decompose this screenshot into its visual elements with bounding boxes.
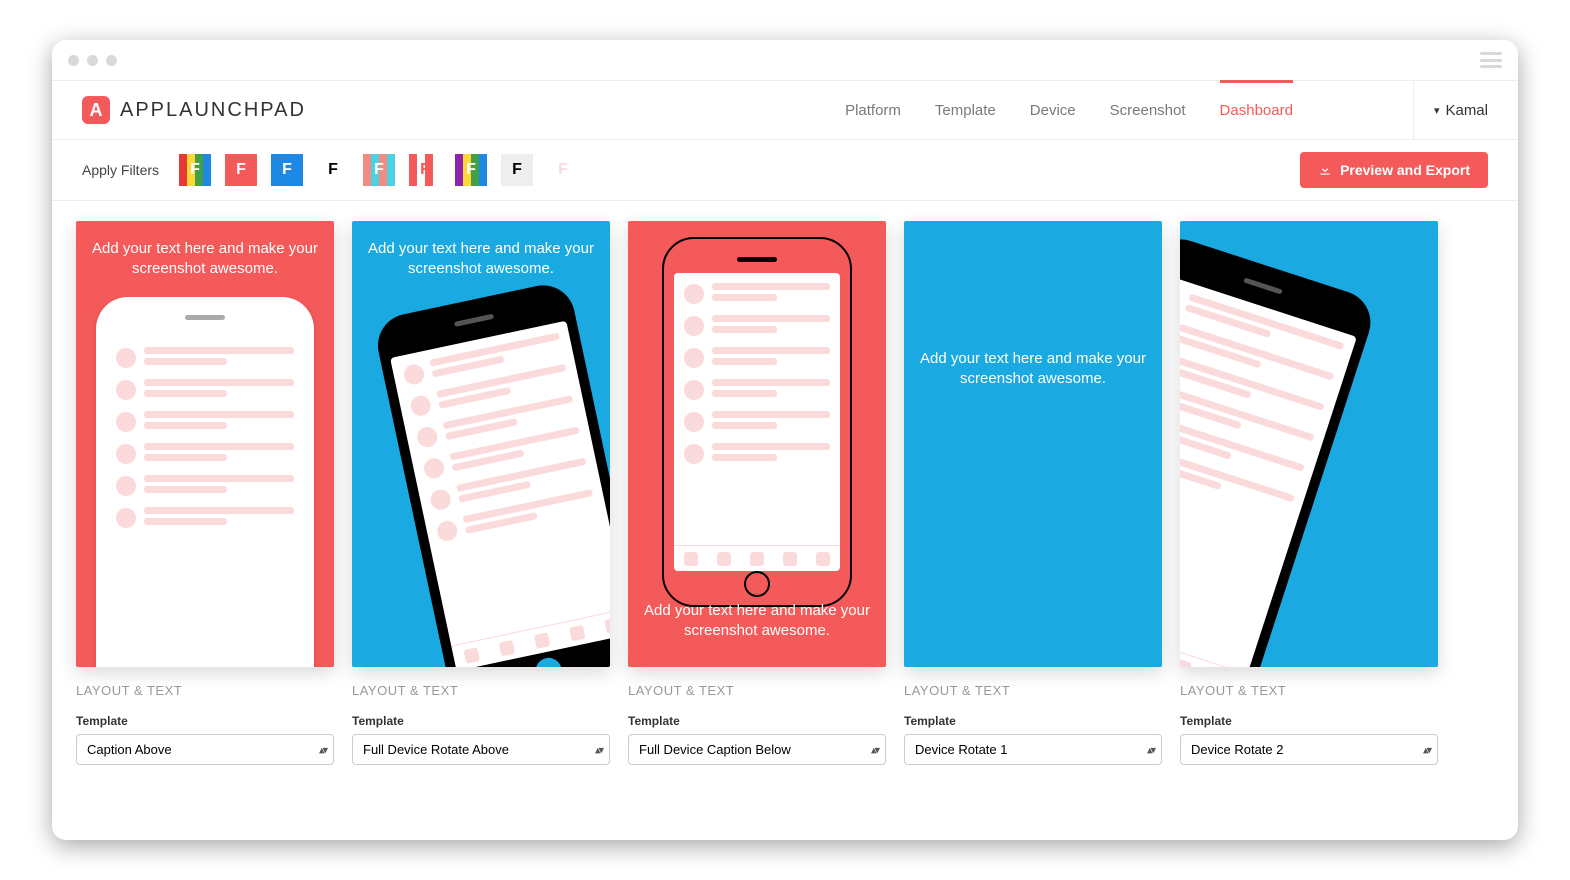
layout-controls-1: LAYOUT & TEXT Template Full Device Rotate … [352,683,610,765]
card-caption: Add your text here and make your screens… [76,221,334,298]
layout-controls-4: LAYOUT & TEXTTemplateDevice Rotate 2▴▾ [1180,683,1438,765]
device-screen [674,273,840,571]
template-select[interactable]: Device Rotate 2 [1180,734,1438,765]
filter-letter-icon: F [282,161,292,179]
template-select[interactable]: Full Device Caption Below [628,734,886,765]
template-select[interactable]: Caption Above [76,734,334,765]
filter-letter-icon: F [558,161,568,179]
hamburger-icon[interactable] [1480,52,1502,68]
filter-letter-icon: F [420,161,430,179]
filter-letter-icon: F [512,161,522,179]
filter-letter-icon: F [236,161,246,179]
card-caption: Add your text here and make your screens… [352,221,610,298]
nav-screenshot[interactable]: Screenshot [1110,84,1186,137]
filters-toolbar: Apply Filters F F F F F F F F F Preview and Expo… [52,140,1518,201]
filter-letter-icon: F [328,161,338,179]
template-field-label: Template [904,714,1162,728]
preview-export-button[interactable]: Preview and Export [1300,152,1488,188]
filter-letter-icon: F [374,161,384,179]
section-title: LAYOUT & TEXT [628,683,886,698]
device-mockup [1180,231,1379,667]
device-screen [106,337,304,667]
filters-label: Apply Filters [82,162,159,178]
filter-swatch-0[interactable]: F [179,154,211,186]
card-caption: Add your text here and make your screens… [904,331,1162,408]
layout-controls-0: LAYOUT & TEXTTemplateCaption Above▴▾ [76,683,334,765]
filter-letter-icon: F [190,161,200,179]
device-mockup [662,237,852,607]
template-field-label: Template [1180,714,1438,728]
section-title: LAYOUT & TEXT [904,683,1162,698]
filter-swatches: FFFFFFFFF [179,154,579,186]
brand-badge: A [82,96,110,124]
app-window: A APPLAUNCHPAD Platform Template Device … [52,40,1518,840]
template-select[interactable]: Device Rotate 1 [904,734,1162,765]
nav-platform[interactable]: Platform [845,84,901,137]
filter-swatch-3[interactable]: F [317,154,349,186]
screenshot-card-2[interactable]: Add your text here and make your screens… [628,221,886,667]
filter-swatch-2[interactable]: F [271,154,303,186]
device-mockup [372,279,610,667]
cards-row: Add your text here and make your screens… [52,201,1518,667]
device-mockup [96,297,314,667]
layout-controls-3: LAYOUT & TEXTTemplateDevice Rotate 1▴▾ [904,683,1162,765]
device-screen [390,321,610,667]
screenshot-card-0[interactable]: Add your text here and make your screens… [76,221,334,667]
filter-swatch-8[interactable]: F [547,154,579,186]
template-field-label: Template [76,714,334,728]
brand-logo[interactable]: A APPLAUNCHPAD [82,96,306,124]
header: A APPLAUNCHPAD Platform Template Device … [52,80,1518,140]
template-field-label: Template [352,714,610,728]
brand-name: APPLAUNCHPAD [120,99,306,122]
screenshot-card-1[interactable]: Add your text here and make your screens… [352,221,610,667]
user-menu[interactable]: Kamal [1413,81,1488,139]
max-dot[interactable] [106,55,117,66]
preview-export-label: Preview and Export [1340,162,1470,178]
card-caption: Add your text here and make your screens… [628,583,886,660]
filter-swatch-6[interactable]: F [455,154,487,186]
template-select[interactable]: Full Device Rotate Above [352,734,610,765]
download-icon [1318,163,1332,177]
screenshot-card-3[interactable]: Add your text here and make your screens… [904,221,1162,667]
filter-swatch-5[interactable]: F [409,154,441,186]
user-name: Kamal [1445,102,1488,119]
device-screen [1180,272,1357,667]
section-title: LAYOUT & TEXT [352,683,610,698]
window-controls [68,55,117,66]
controls-row: LAYOUT & TEXTTemplateCaption Above▴▾LAYO… [52,667,1518,765]
section-title: LAYOUT & TEXT [1180,683,1438,698]
filter-letter-icon: F [466,161,476,179]
main-nav: Platform Template Device Screenshot Dash… [845,84,1293,137]
layout-controls-2: LAYOUT & TEXT Template Full Device Caption… [628,683,886,765]
titlebar [52,40,1518,80]
screenshot-card-4[interactable] [1180,221,1438,667]
filter-swatch-1[interactable]: F [225,154,257,186]
filter-swatch-7[interactable]: F [501,154,533,186]
nav-dashboard[interactable]: Dashboard [1220,84,1293,137]
nav-template[interactable]: Template [935,84,996,137]
section-title: LAYOUT & TEXT [76,683,334,698]
filter-swatch-4[interactable]: F [363,154,395,186]
min-dot[interactable] [87,55,98,66]
template-field-label: Template [628,714,886,728]
close-dot[interactable] [68,55,79,66]
nav-device[interactable]: Device [1030,84,1076,137]
